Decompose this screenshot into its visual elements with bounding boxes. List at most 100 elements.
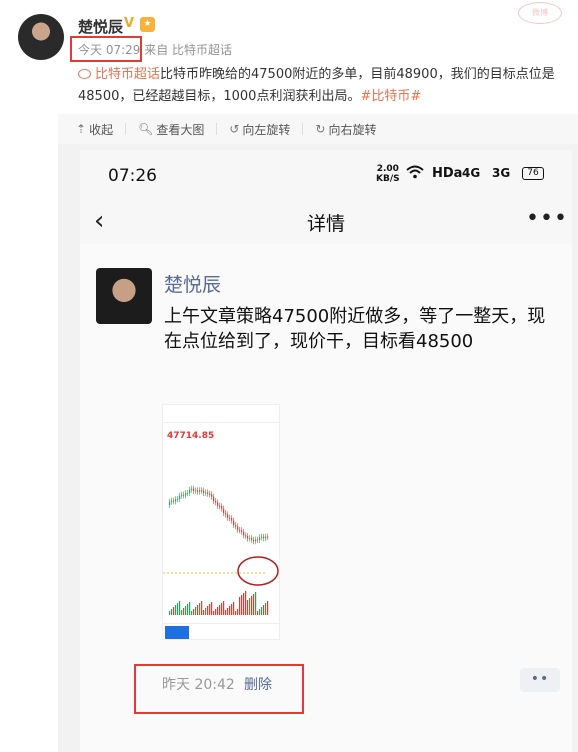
candle-body: [265, 536, 267, 539]
signal-4g-icon: 4G: [462, 166, 481, 180]
volume-bar: [231, 604, 233, 615]
candle-body: [249, 538, 251, 540]
view-large-label: 查看大图: [156, 122, 205, 137]
hd-indicator: HDa: [432, 166, 463, 181]
post-source[interactable]: 来自 比特币超话: [144, 43, 232, 57]
volume-bar: [191, 611, 193, 615]
volume-bar: [215, 609, 217, 615]
candle-body: [181, 494, 183, 496]
candle-body: [241, 530, 243, 532]
volume-bar: [237, 609, 239, 615]
candle-body: [185, 493, 187, 496]
candlestick-chart: [163, 465, 279, 621]
volume-bar: [243, 593, 245, 615]
candle-body: [237, 526, 239, 530]
rotate-left-button[interactable]: ↺ 向左旋转: [229, 121, 290, 138]
volume-bar: [225, 610, 227, 615]
candle-body: [171, 500, 173, 502]
view-large-button[interactable]: 🔍︎ 查看大图: [138, 121, 204, 138]
signal-3g-icon: 3G: [492, 166, 511, 180]
more-dots-icon[interactable]: •••: [526, 206, 568, 231]
rotate-left-label: 向左旋转: [242, 122, 291, 137]
candle-body: [205, 492, 207, 494]
supertopic-icon: [78, 69, 91, 79]
author-name[interactable]: 楚悦辰: [164, 270, 221, 297]
status-time: 07:26: [108, 166, 157, 186]
supertopic-link[interactable]: 比特币超话: [95, 67, 160, 82]
candle-body: [261, 536, 263, 538]
volume-bar: [241, 595, 243, 615]
footer-highlight-box: [134, 664, 304, 714]
volume-bar: [183, 608, 185, 615]
candle-body: [233, 520, 235, 525]
candle-body: [177, 499, 179, 500]
user-avatar[interactable]: [18, 14, 64, 60]
volume-bar: [261, 607, 263, 615]
candle-body: [217, 502, 219, 506]
volume-bar: [195, 607, 197, 615]
collapse-button[interactable]: ⇡ 收起: [76, 121, 113, 138]
magnifier-icon: 🔍︎: [138, 122, 154, 136]
candle-body: [193, 488, 195, 491]
volume-bar: [227, 608, 229, 615]
volume-bar: [189, 602, 191, 615]
hashtag-link[interactable]: #比特币#: [360, 89, 421, 104]
author-avatar[interactable]: [96, 268, 152, 324]
candle-body: [239, 529, 241, 531]
volume-bar: [199, 603, 201, 615]
volume-bar: [175, 605, 177, 615]
candle-body: [251, 538, 253, 540]
status-bar: 07:26 2.00 KB/S HDa 4G 3G 76: [80, 150, 572, 200]
volume-bar: [249, 598, 251, 615]
volume-bar: [251, 596, 253, 615]
candle-body: [209, 493, 211, 495]
volume-bar: [205, 608, 207, 615]
verified-icon: V: [124, 16, 135, 31]
volume-bar: [207, 606, 209, 615]
time-highlight-box: [70, 36, 142, 62]
volume-bar: [223, 601, 225, 615]
volume-bar: [203, 610, 205, 615]
nav-title: 详情: [306, 213, 345, 235]
candle-body: [231, 518, 233, 521]
volume-bar: [181, 610, 183, 615]
candle-body: [225, 513, 227, 515]
volume-bar: [169, 611, 171, 615]
watermark-stamp: 微博: [518, 2, 562, 24]
volume-bar: [179, 601, 181, 615]
volume-bar: [171, 609, 173, 615]
chart-thumbnail[interactable]: 47714.85: [162, 404, 280, 640]
candle-body: [257, 539, 259, 541]
username[interactable]: 楚悦辰: [78, 16, 123, 37]
volume-bar: [259, 609, 261, 615]
candle-body: [215, 501, 217, 503]
post-content: 比特币超话比特币昨晚给的47500附近的多单，目前48900，我们的目标点位是4…: [78, 64, 568, 108]
candle-body: [187, 493, 189, 494]
volume-bar: [257, 611, 259, 615]
volume-bar: [233, 602, 235, 615]
speed-unit: KB/S: [376, 174, 400, 184]
rotate-left-icon: ↺: [229, 122, 240, 136]
volume-bar: [247, 600, 249, 615]
volume-bar: [177, 603, 179, 615]
moment-text: 上午文章策略47500附近做多，等了一整天，现在点位给到了，现价干，目标看485…: [164, 306, 546, 352]
volume-bar: [219, 605, 221, 615]
volume-bar: [201, 601, 203, 615]
network-speed: 2.00 KB/S: [376, 164, 400, 184]
candle-body: [227, 514, 229, 518]
comment-dots-button[interactable]: ••: [520, 668, 560, 692]
candle-body: [221, 506, 223, 509]
volume-bar: [245, 591, 247, 615]
rotate-right-button[interactable]: ↻ 向右旋转: [315, 121, 376, 138]
volume-bar: [213, 611, 215, 615]
volume-bar: [239, 597, 241, 615]
thumbnail-tabbar: [163, 623, 279, 639]
candle-body: [247, 536, 249, 539]
candle-body: [259, 537, 261, 540]
candle-body: [175, 499, 177, 502]
candle-body: [169, 501, 171, 505]
candle-body: [235, 525, 237, 527]
divider: [125, 123, 127, 135]
candle-body: [267, 536, 269, 538]
phone-screenshot[interactable]: 07:26 2.00 KB/S HDa 4G 3G 76 ‹ 详情 ••• 楚悦…: [80, 150, 572, 752]
